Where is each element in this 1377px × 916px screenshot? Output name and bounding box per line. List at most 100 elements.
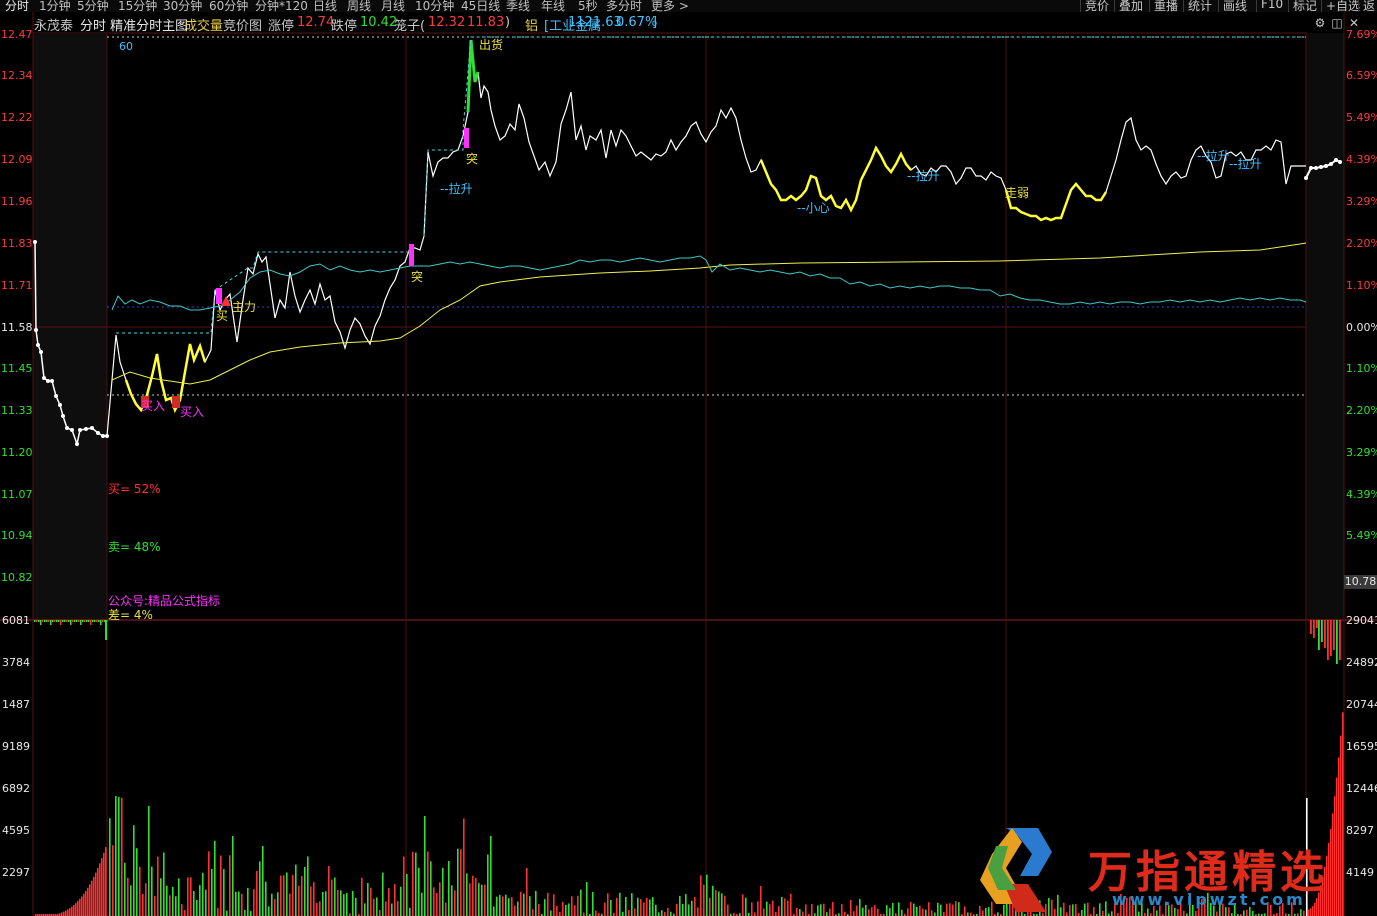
auction-volume-bar xyxy=(71,906,73,916)
volume-bar xyxy=(964,906,966,916)
volume-bar xyxy=(307,856,309,916)
volume-bar xyxy=(607,893,609,916)
volume-bar xyxy=(187,877,189,916)
volume-bar xyxy=(886,905,888,916)
intraday-chart[interactable] xyxy=(0,0,1377,916)
volume-bar xyxy=(202,872,204,916)
price-axis-label: 11.71 xyxy=(1,279,33,292)
volume-bar xyxy=(313,882,315,916)
volume-bar xyxy=(205,889,207,916)
volume-bar xyxy=(811,904,813,916)
annotation-tu-1: 突 xyxy=(466,152,479,166)
annotation-lasheng-3: --拉升 xyxy=(1197,149,1230,163)
indicator-bar xyxy=(46,620,48,622)
volume-bar xyxy=(646,897,648,916)
price-axis-label: 11.07 xyxy=(1,488,33,501)
volume-bar xyxy=(721,893,723,916)
volume-bar xyxy=(796,907,798,916)
volume-bar xyxy=(574,905,576,916)
volume-bar xyxy=(817,905,819,916)
volume-bar xyxy=(931,910,933,916)
volume-bar xyxy=(379,909,381,916)
volume-bar xyxy=(859,899,861,916)
auction-volume-bar xyxy=(75,903,77,916)
right-gutter xyxy=(1306,33,1344,620)
volume-bar xyxy=(700,875,702,916)
auction-dot xyxy=(70,428,74,432)
price-axis-label: 12.22 xyxy=(1,111,33,124)
volume-bar xyxy=(631,893,633,916)
annotation-zouruo: 走弱 xyxy=(1005,186,1030,200)
auction-dot xyxy=(42,376,46,380)
indicator-bar xyxy=(88,620,90,622)
volume-bar xyxy=(430,861,432,916)
volume-bar xyxy=(766,901,768,916)
volume-bar xyxy=(367,883,369,916)
volume-bar xyxy=(523,893,525,916)
volume-bar xyxy=(433,887,435,916)
volume-bar xyxy=(559,911,561,916)
auction-volume-bar xyxy=(85,890,87,916)
auction-volume-bar xyxy=(77,901,79,916)
highlighted-price-segment xyxy=(124,342,207,414)
volume-bar xyxy=(934,912,936,916)
auction-volume-bar xyxy=(61,912,63,916)
auction-volume-bar xyxy=(79,898,81,916)
indicator-bar xyxy=(78,620,80,622)
percent-axis-label: 6.59% xyxy=(1346,69,1377,82)
volume-bar xyxy=(946,903,948,916)
volume-bar xyxy=(841,904,843,916)
price-axis-label: 11.96 xyxy=(1,195,33,208)
volume-bar xyxy=(496,896,498,916)
volume-bar xyxy=(520,891,522,916)
indicator-bar xyxy=(72,620,74,622)
volume-bar xyxy=(538,904,540,916)
volume-bar xyxy=(628,910,630,916)
volume-bar xyxy=(121,797,123,916)
volume-bar xyxy=(724,895,726,916)
indicator-bar xyxy=(1336,620,1338,664)
volume-bar xyxy=(508,898,510,916)
indicator-bar xyxy=(1321,620,1323,642)
volume-bar xyxy=(166,885,168,916)
post-market-dot xyxy=(1314,166,1318,170)
post-market-dot xyxy=(1338,160,1342,164)
volume-bar xyxy=(703,884,705,916)
volume-bar xyxy=(661,910,663,916)
indicator-bar xyxy=(1339,620,1341,660)
indicator-bar xyxy=(102,620,104,622)
volume-bar xyxy=(310,886,312,916)
volume-bar xyxy=(238,891,240,916)
indicator-bar xyxy=(96,620,98,622)
auction-dot xyxy=(36,343,40,347)
volume-axis-left-label: 9189 xyxy=(2,740,30,753)
volume-bar xyxy=(490,836,492,916)
volume-bar xyxy=(862,907,864,916)
auction-volume-bar xyxy=(69,908,71,916)
volume-bar xyxy=(805,904,807,916)
volume-bar xyxy=(259,861,261,916)
volume-bar xyxy=(850,899,852,916)
volume-bar xyxy=(937,902,939,916)
volume-bar xyxy=(586,882,588,916)
volume-bar xyxy=(466,873,468,916)
volume-axis-left-label: 6081 xyxy=(2,614,30,627)
auction-dot xyxy=(33,240,37,244)
indicator-bar xyxy=(66,620,68,622)
volume-bar xyxy=(649,899,651,916)
indicator-bar xyxy=(1333,620,1335,650)
volume-axis-right-label: 29041 xyxy=(1346,614,1377,627)
annotation-zhuli: 主力 xyxy=(232,300,257,314)
indicator-bar xyxy=(1330,620,1332,656)
volume-bar xyxy=(232,836,234,916)
volume-bar xyxy=(394,884,396,916)
volume-bar xyxy=(454,890,456,916)
volume-bar xyxy=(193,891,195,916)
indicator-bar xyxy=(82,620,84,622)
volume-bar xyxy=(949,903,951,916)
volume-bar xyxy=(775,911,777,916)
volume-bar xyxy=(745,897,747,916)
indicator-bar xyxy=(84,620,86,622)
indicator-bar xyxy=(48,620,50,622)
percent-axis-label: 4.39% xyxy=(1346,153,1377,166)
